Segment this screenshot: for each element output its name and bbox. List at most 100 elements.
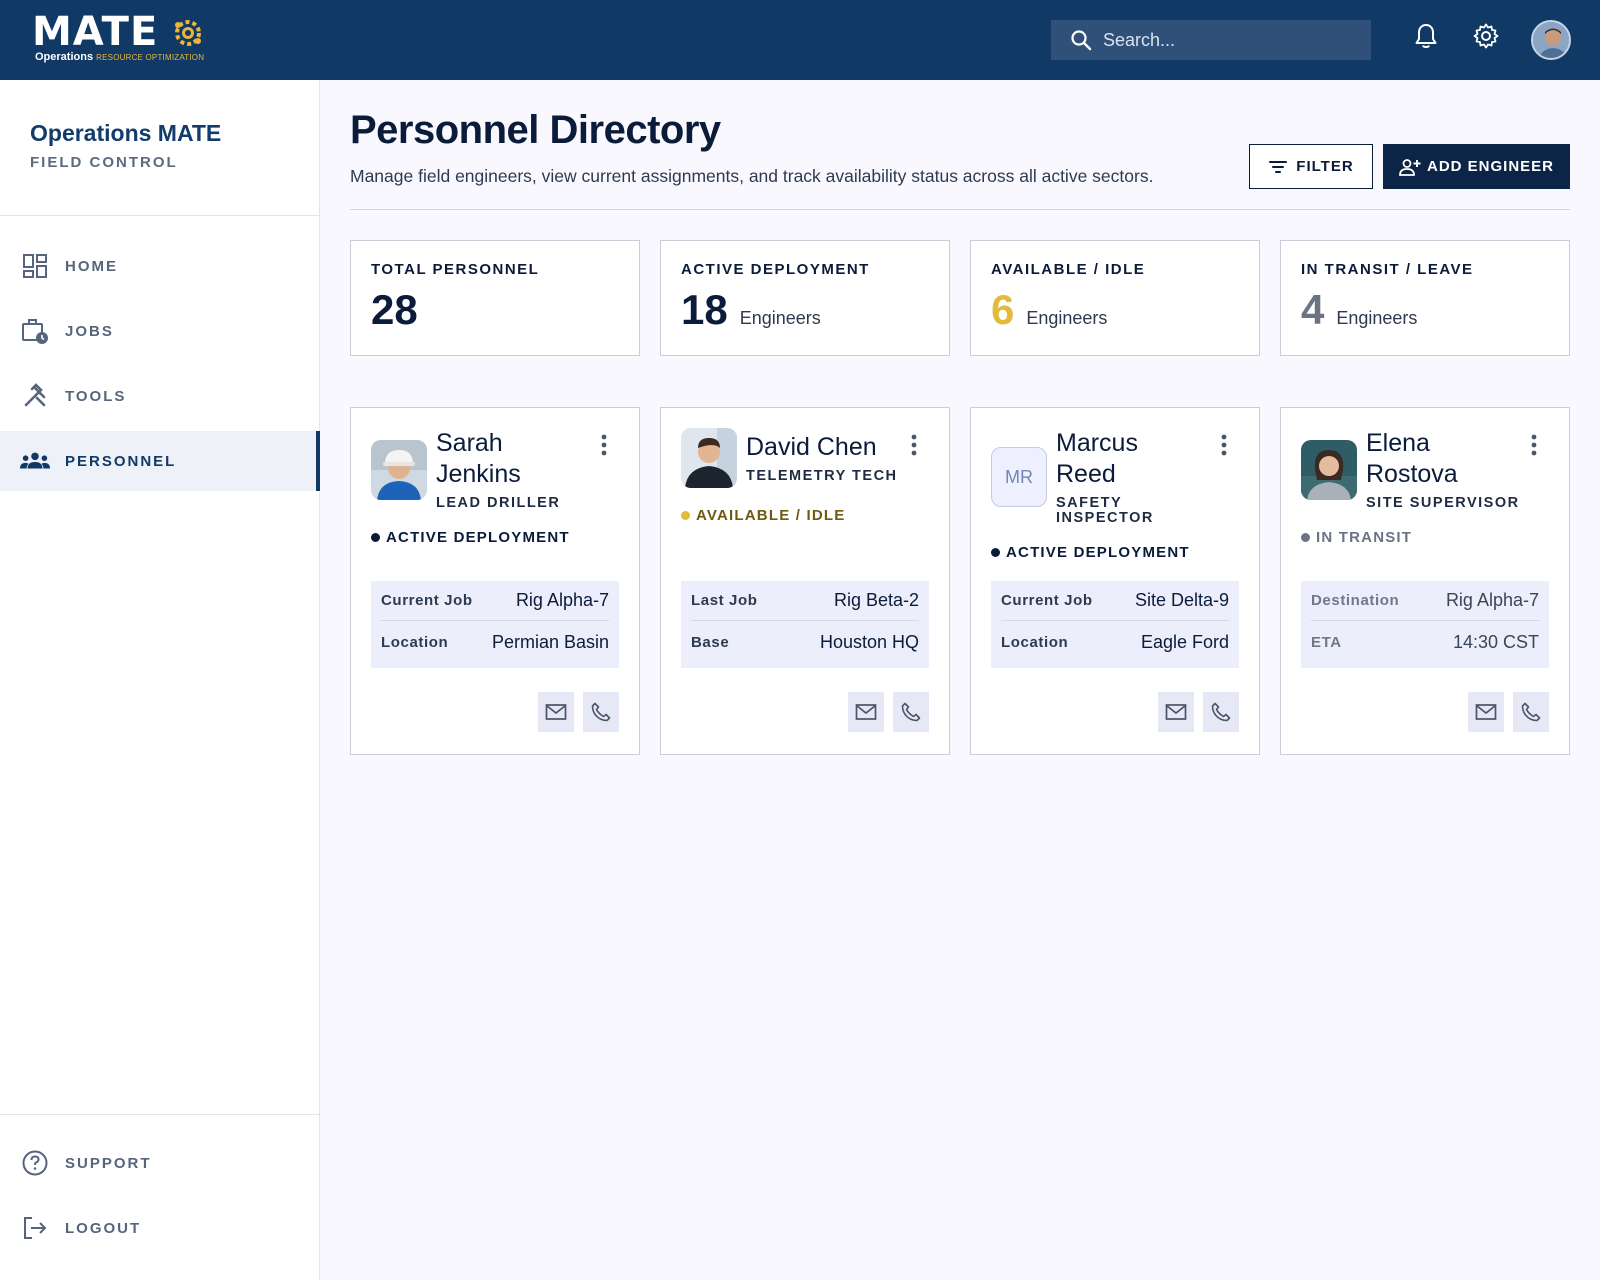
add-engineer-button[interactable]: ADD ENGINEER bbox=[1383, 144, 1570, 189]
sidebar-item-label: TOOLS bbox=[65, 387, 127, 405]
more-options-button[interactable] bbox=[1527, 432, 1541, 458]
engineer-card-david-chen[interactable]: David Chen TELEMETRY TECH AVAILABLE / ID… bbox=[660, 407, 950, 755]
logo-wordmark: MATE bbox=[32, 9, 159, 55]
stat-in-transit: IN TRANSIT / LEAVE 4 Engineers bbox=[1280, 240, 1570, 356]
email-button[interactable] bbox=[1468, 692, 1504, 732]
phone-icon bbox=[901, 702, 921, 722]
status-dot bbox=[681, 511, 690, 520]
more-options-button[interactable] bbox=[597, 432, 611, 458]
status-badge: IN TRANSIT bbox=[1301, 529, 1412, 546]
more-options-button[interactable] bbox=[1217, 432, 1231, 458]
call-button[interactable] bbox=[1203, 692, 1239, 732]
more-options-button[interactable] bbox=[907, 432, 921, 458]
sidebar-divider bbox=[0, 215, 320, 216]
more-vertical-icon bbox=[1531, 434, 1537, 456]
engineer-avatar bbox=[371, 440, 427, 500]
briefcase-clock-icon bbox=[20, 316, 50, 346]
engineer-name: David Chen bbox=[746, 433, 877, 461]
search-input[interactable] bbox=[1103, 29, 1353, 51]
engineer-card-marcus-reed[interactable]: MR Marcus Reed SAFETY INSPECTOR ACTIVE DEP… bbox=[970, 407, 1260, 755]
filter-button-label: FILTER bbox=[1296, 158, 1354, 175]
call-button[interactable] bbox=[583, 692, 619, 732]
sidebar-brand-title: Operations MATE bbox=[30, 120, 222, 146]
engineer-card-elena-rostova[interactable]: Elena Rostova SITE SUPERVISOR IN TRANSIT … bbox=[1280, 407, 1570, 755]
avatar-image bbox=[1533, 22, 1569, 58]
sidebar-item-label: LOGOUT bbox=[65, 1219, 142, 1237]
help-icon bbox=[20, 1148, 50, 1178]
notifications-button[interactable] bbox=[1412, 22, 1440, 50]
top-bar: MATE Operations RESOURCE OPTIMIZATION bbox=[0, 0, 1600, 80]
filter-icon bbox=[1269, 160, 1288, 173]
people-icon bbox=[20, 446, 50, 476]
settings-button[interactable] bbox=[1472, 22, 1500, 50]
status-dot bbox=[1301, 533, 1310, 542]
assignment-details: Current Job Site Delta-9 Location Eagle Fo… bbox=[991, 581, 1239, 668]
engineer-card-sarah-jenkins[interactable]: Sarah Jenkins LEAD DRILLER ACTIVE DEPLOYM… bbox=[350, 407, 640, 755]
mail-icon bbox=[855, 704, 877, 720]
engineer-avatar bbox=[681, 428, 737, 488]
sidebar-item-home[interactable]: HOME bbox=[0, 236, 320, 296]
detail-key: Location bbox=[1001, 633, 1069, 651]
detail-value: Site Delta-9 bbox=[1134, 590, 1229, 610]
gear-icon bbox=[1473, 23, 1499, 49]
detail-value: Eagle Ford bbox=[1140, 631, 1229, 652]
stat-label: IN TRANSIT / LEAVE bbox=[1301, 261, 1474, 278]
sidebar-item-tools[interactable]: TOOLS bbox=[0, 366, 320, 426]
detail-key: Current Job bbox=[381, 592, 473, 609]
add-engineer-label: ADD ENGINEER bbox=[1426, 158, 1554, 175]
more-vertical-icon bbox=[601, 434, 607, 456]
logo-subtitle: Operations RESOURCE OPTIMIZATION bbox=[35, 50, 204, 65]
engineer-avatar-initials: MR bbox=[991, 447, 1047, 507]
email-button[interactable] bbox=[848, 692, 884, 732]
sidebar-item-support[interactable]: SUPPORT bbox=[0, 1133, 320, 1193]
stat-value: 18 bbox=[681, 286, 728, 333]
sidebar-item-jobs[interactable]: JOBS bbox=[0, 301, 320, 361]
call-button[interactable] bbox=[1513, 692, 1549, 732]
more-vertical-icon bbox=[1221, 434, 1227, 456]
phone-icon bbox=[1521, 702, 1541, 722]
stat-label: AVAILABLE / IDLE bbox=[991, 261, 1146, 278]
engineer-avatar bbox=[1301, 440, 1357, 500]
mail-icon bbox=[1475, 704, 1497, 720]
detail-key: Base bbox=[691, 633, 730, 651]
sidebar-brand-subtitle: FIELD CONTROL bbox=[30, 154, 178, 171]
engineer-role: LEAD DRILLER bbox=[436, 495, 561, 511]
detail-key: Last Job bbox=[691, 592, 758, 609]
stat-value: 28 bbox=[371, 286, 418, 333]
more-vertical-icon bbox=[911, 434, 917, 456]
stat-value: 4 bbox=[1301, 286, 1325, 333]
sidebar-item-personnel[interactable]: PERSONNEL bbox=[0, 431, 320, 491]
stat-total-personnel: TOTAL PERSONNEL 28 bbox=[350, 240, 640, 356]
mail-icon bbox=[545, 704, 567, 720]
sidebar-item-logout[interactable]: LOGOUT bbox=[0, 1198, 320, 1258]
engineer-role: SAFETY INSPECTOR bbox=[1056, 495, 1154, 526]
dashboard-icon bbox=[20, 251, 50, 281]
engineer-role: TELEMETRY TECH bbox=[746, 468, 898, 484]
stat-label: ACTIVE DEPLOYMENT bbox=[681, 261, 870, 278]
engineer-name: Sarah Jenkins bbox=[436, 429, 521, 488]
email-button[interactable] bbox=[538, 692, 574, 732]
sidebar-item-label: JOBS bbox=[65, 322, 114, 340]
status-badge: ACTIVE DEPLOYMENT bbox=[371, 529, 570, 546]
sidebar-item-label: PERSONNEL bbox=[65, 452, 177, 470]
app-logo[interactable]: MATE Operations RESOURCE OPTIMIZATION bbox=[32, 12, 212, 66]
header-divider bbox=[350, 209, 1570, 210]
detail-key: Location bbox=[381, 633, 449, 651]
phone-icon bbox=[1211, 702, 1231, 722]
email-button[interactable] bbox=[1158, 692, 1194, 732]
detail-key: ETA bbox=[1311, 633, 1342, 651]
engineer-name: Elena Rostova bbox=[1366, 429, 1458, 488]
call-button[interactable] bbox=[893, 692, 929, 732]
logo-gear-icon bbox=[175, 20, 201, 46]
user-avatar[interactable] bbox=[1531, 20, 1571, 60]
detail-key: Current Job bbox=[1001, 592, 1093, 609]
stat-unit: Engineers bbox=[1336, 308, 1418, 328]
search-box[interactable] bbox=[1051, 20, 1371, 60]
assignment-details: Destination Rig Alpha-7 ETA 14:30 CST bbox=[1301, 581, 1549, 668]
stat-available-idle: AVAILABLE / IDLE 6 Engineers bbox=[970, 240, 1260, 356]
engineer-role: SITE SUPERVISOR bbox=[1366, 495, 1520, 511]
assignment-details: Last Job Rig Beta-2 Base Houston HQ bbox=[681, 581, 929, 668]
filter-button[interactable]: FILTER bbox=[1249, 144, 1373, 189]
stat-unit: Engineers bbox=[1026, 308, 1108, 328]
stat-unit: Engineers bbox=[739, 308, 821, 328]
